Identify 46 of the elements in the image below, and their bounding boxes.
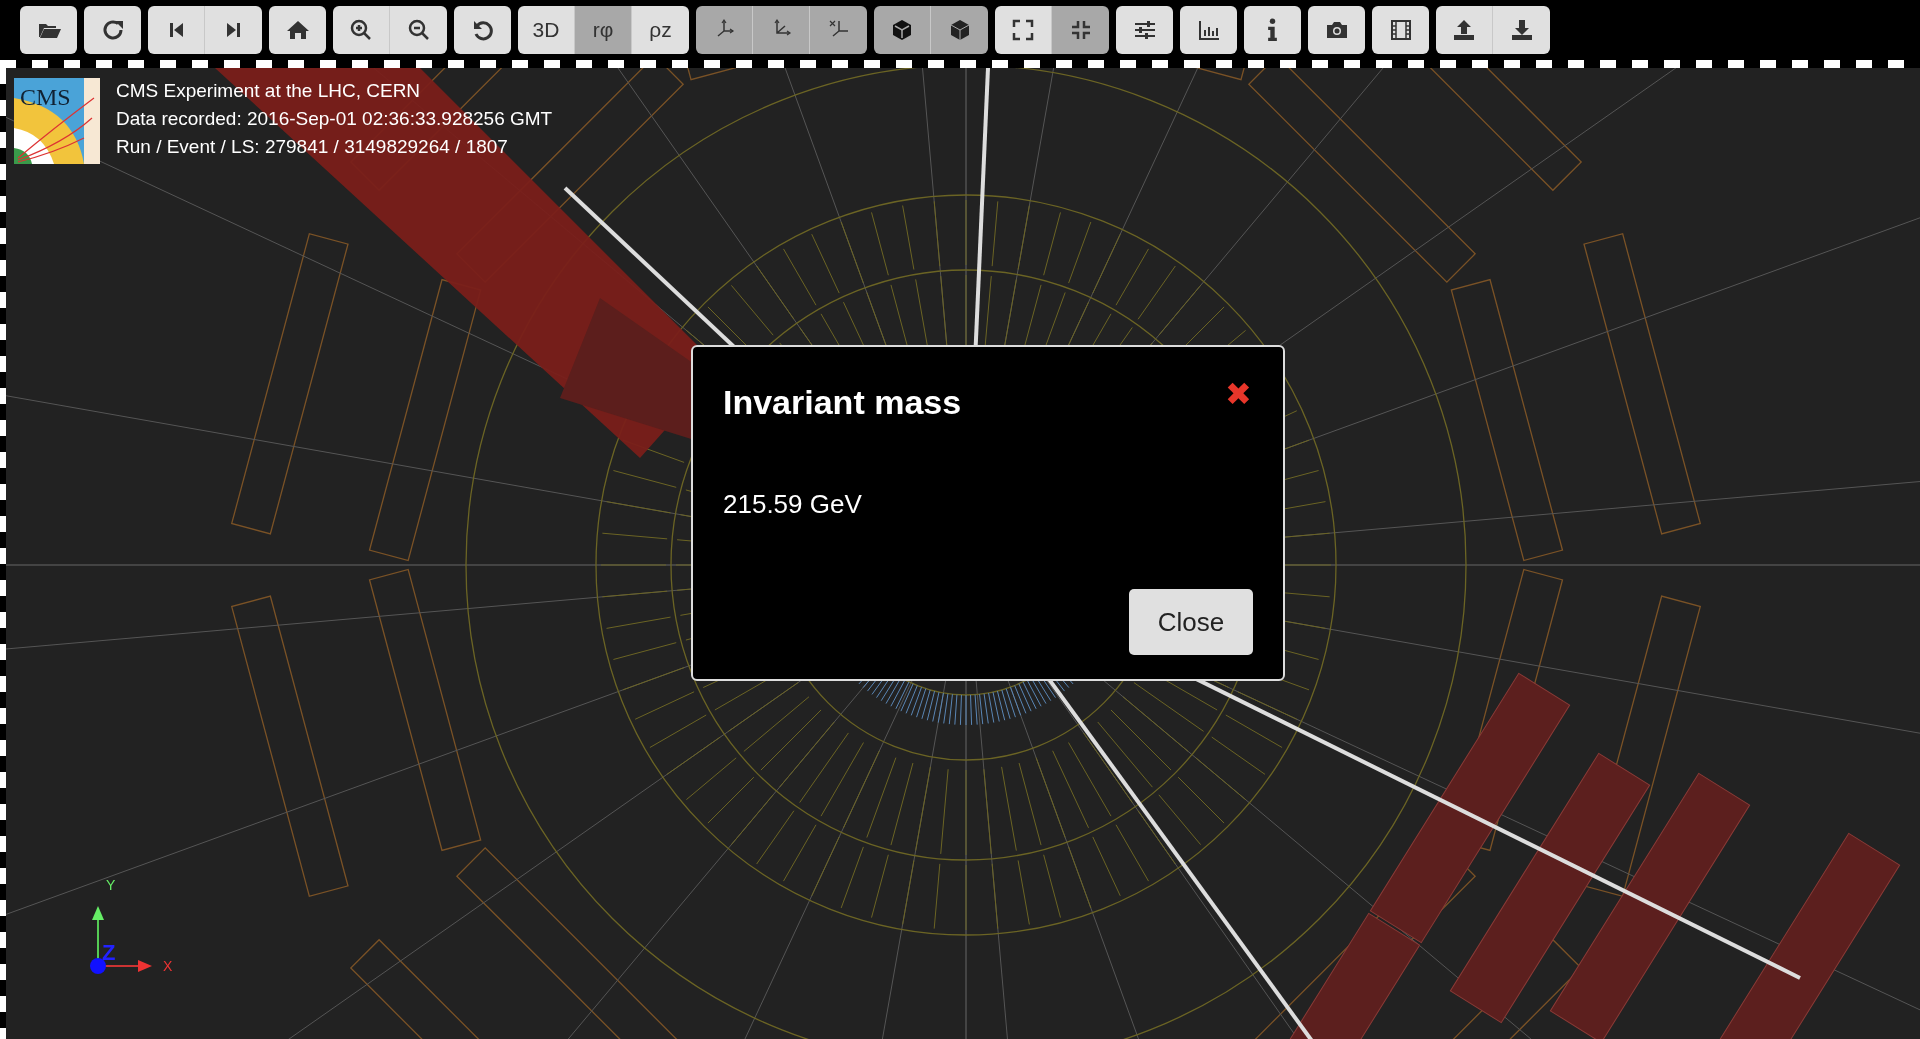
- toolbar-button[interactable]: [1052, 6, 1109, 54]
- redo-icon: [100, 18, 125, 42]
- mass-value: 215.59 GeV: [723, 489, 862, 520]
- home-icon: [285, 18, 310, 42]
- axis-label: Z: [102, 940, 116, 965]
- view-button[interactable]: ρz: [632, 6, 689, 54]
- toolbar-button[interactable]: [1493, 6, 1550, 54]
- toolbar-button[interactable]: [1308, 6, 1365, 54]
- toolbar-button[interactable]: [454, 6, 511, 54]
- cube-icon: [890, 18, 914, 42]
- toolbar-button[interactable]: [874, 6, 931, 54]
- axis-label: X: [163, 958, 173, 974]
- zoom-out-icon: [406, 18, 431, 42]
- film-icon: [1388, 18, 1413, 42]
- download-icon: [1509, 18, 1534, 42]
- toolbar-button[interactable]: [205, 6, 262, 54]
- close-button[interactable]: ✖: [1221, 377, 1255, 411]
- toolbar-button[interactable]: [995, 6, 1052, 54]
- toolbar-button[interactable]: [1436, 6, 1493, 54]
- toolbar-button[interactable]: [84, 6, 141, 54]
- bar-chart-icon: [1196, 18, 1221, 42]
- toolbar-button[interactable]: [333, 6, 390, 54]
- toolbar-button[interactable]: [20, 6, 77, 54]
- view-button[interactable]: rφ: [575, 6, 632, 54]
- toolbar-button[interactable]: [1372, 6, 1429, 54]
- event-info-text: Run / Event / LS: 279841 / 3149829264 / 1807: [116, 136, 509, 158]
- expand-icon: [1011, 18, 1035, 42]
- dialog-title: Invariant mass: [723, 383, 962, 422]
- view-button[interactable]: 3D: [518, 6, 575, 54]
- toolbar-button[interactable]: [148, 6, 205, 54]
- close-button[interactable]: Close: [1129, 589, 1253, 655]
- event-info-text: Data recorded: 2016-Sep-01 02:36:33.928256 GMT: [116, 108, 553, 130]
- toolbar-button[interactable]: [1244, 6, 1301, 54]
- upload-icon: [1452, 18, 1476, 42]
- toolbar-button[interactable]: [1180, 6, 1237, 54]
- axis-label: Y: [106, 878, 116, 893]
- sliders-icon: [1132, 18, 1157, 42]
- toolbar-button[interactable]: [390, 6, 447, 54]
- toolbar-button[interactable]: [1116, 6, 1173, 54]
- event-info-text: CMS Experiment at the LHC, CERN: [116, 80, 422, 102]
- axes-indicator-icon: [90, 906, 152, 974]
- toolbar-button[interactable]: [931, 6, 988, 54]
- info-icon: [1267, 18, 1278, 42]
- experiment-logo: CMS: [14, 78, 100, 164]
- toolbar-button[interactable]: [269, 6, 326, 54]
- zoom-in-icon: [349, 18, 373, 42]
